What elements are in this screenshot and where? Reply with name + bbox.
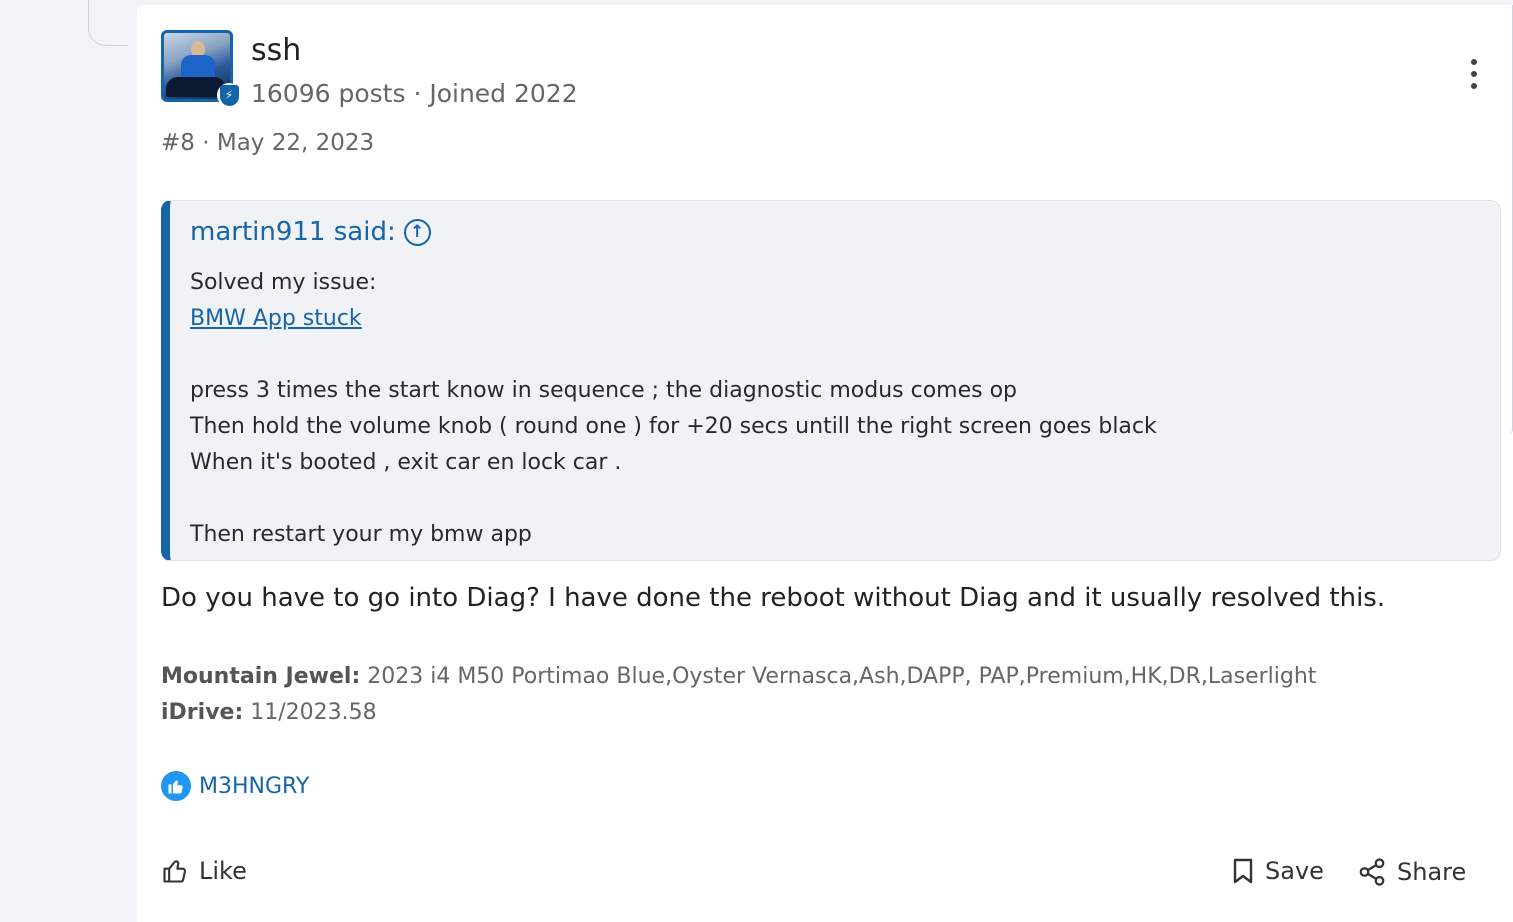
post-card: ⚡ ssh 16096 posts · Joined 2022 #8 · May… xyxy=(137,5,1513,922)
bookmark-icon xyxy=(1233,858,1253,884)
user-meta: 16096 posts · Joined 2022 xyxy=(251,79,578,108)
more-options-icon[interactable] xyxy=(1457,57,1491,91)
quote-line: Then restart your my bmw app xyxy=(190,522,532,547)
user-avatar[interactable]: ⚡ xyxy=(161,30,241,107)
shield-lightning-icon: ⚡ xyxy=(219,84,239,106)
quote-line: When it's booted , exit car en lock car … xyxy=(190,450,622,475)
share-label: Share xyxy=(1397,858,1467,886)
arrow-up-circle-icon[interactable]: ↑ xyxy=(403,218,431,246)
share-icon xyxy=(1359,858,1385,886)
quote-line: Solved my issue: xyxy=(190,270,377,295)
meta-separator: · xyxy=(405,79,430,108)
join-date: Joined 2022 xyxy=(429,79,578,108)
signature-value: 2023 i4 M50 Portimao Blue,Oyster Vernasc… xyxy=(360,664,1317,689)
signature-label: iDrive: xyxy=(161,700,244,725)
quote-link[interactable]: BMW App stuck xyxy=(190,306,362,331)
post-date: May 22, 2023 xyxy=(216,130,375,156)
quote-block: martin911 said: ↑ Solved my issue: BMW A… xyxy=(161,200,1501,561)
thread-connector-line xyxy=(88,0,128,46)
signature-value: 11/2023.58 xyxy=(243,700,377,725)
signature-label: Mountain Jewel: xyxy=(161,664,361,689)
quote-line: Then hold the volume knob ( round one ) … xyxy=(190,414,1157,439)
quote-body: Solved my issue: BMW App stuck press 3 t… xyxy=(190,265,1490,553)
post-ref-separator: · xyxy=(202,130,217,156)
verified-badge: ⚡ xyxy=(217,83,241,107)
signature: Mountain Jewel: 2023 i4 M50 Portimao Blu… xyxy=(161,659,1481,737)
like-label: Like xyxy=(199,857,247,885)
post-count: 16096 posts xyxy=(251,79,406,108)
post-reference[interactable]: #8 · May 22, 2023 xyxy=(161,130,374,156)
save-button[interactable]: Save xyxy=(1231,857,1324,885)
quote-header[interactable]: martin911 said: ↑ xyxy=(190,217,431,247)
quote-author[interactable]: martin911 said: xyxy=(190,217,396,247)
quote-line: press 3 times the start know in sequence… xyxy=(190,378,1018,403)
reaction-user[interactable]: M3HNGRY xyxy=(199,774,309,799)
save-label: Save xyxy=(1265,857,1324,885)
scroll-edge xyxy=(1507,5,1513,435)
share-button[interactable]: Share xyxy=(1357,857,1466,887)
like-button[interactable]: Like xyxy=(161,857,247,885)
thumbs-up-reaction-icon xyxy=(161,771,191,801)
post-number[interactable]: #8 xyxy=(161,130,195,156)
username[interactable]: ssh xyxy=(251,33,301,68)
thumbs-up-icon xyxy=(163,860,186,883)
reply-text: Do you have to go into Diag? I have done… xyxy=(161,583,1386,613)
reactions-bar[interactable]: M3HNGRY xyxy=(161,771,309,801)
